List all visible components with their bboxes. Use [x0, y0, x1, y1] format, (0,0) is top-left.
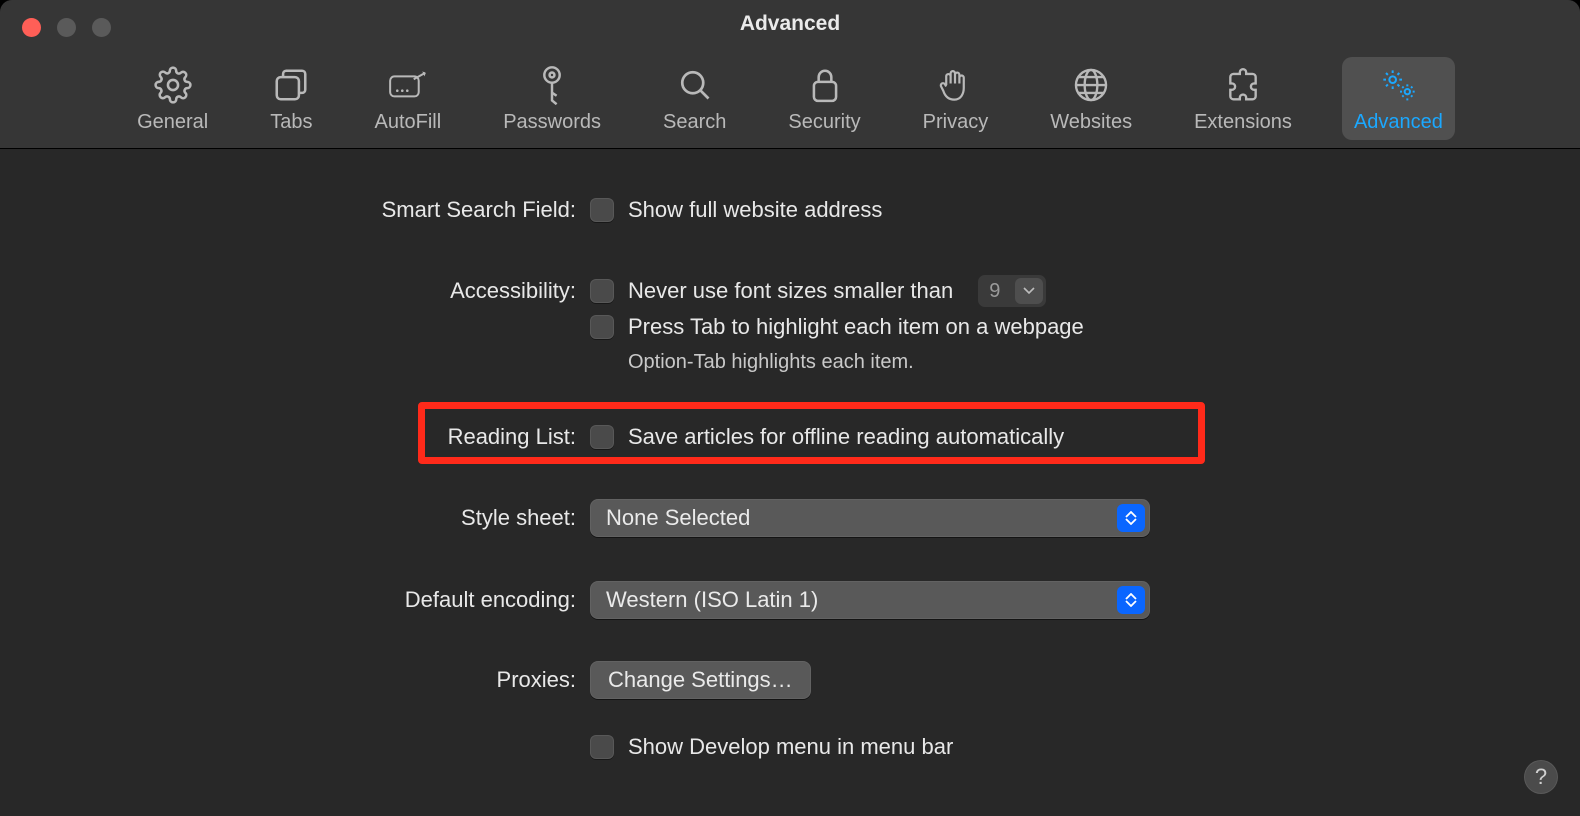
- tab-search[interactable]: Search: [651, 57, 738, 140]
- tab-label: Passwords: [503, 111, 601, 134]
- tab-label: Websites: [1050, 111, 1132, 134]
- chevron-down-icon: [1015, 278, 1043, 304]
- tab-extensions[interactable]: Extensions: [1182, 57, 1304, 140]
- tab-label: Tabs: [270, 111, 312, 134]
- tab-label: General: [137, 111, 208, 134]
- press-tab-label: Press Tab to highlight each item on a we…: [628, 314, 1084, 340]
- tab-label: Privacy: [923, 111, 989, 134]
- save-offline-checkbox[interactable]: [590, 425, 614, 449]
- tab-privacy[interactable]: Privacy: [911, 57, 1001, 140]
- tab-label: Advanced: [1354, 111, 1443, 134]
- toolbar: Advanced General Tabs AutoFill: [0, 0, 1580, 149]
- tab-autofill[interactable]: AutoFill: [362, 57, 453, 140]
- show-full-address-checkbox[interactable]: [590, 198, 614, 222]
- option-tab-hint: Option-Tab highlights each item.: [628, 351, 914, 374]
- tab-advanced[interactable]: Advanced: [1342, 57, 1455, 140]
- gears-icon: [1378, 65, 1418, 105]
- hand-icon: [935, 65, 975, 105]
- show-develop-checkbox[interactable]: [590, 735, 614, 759]
- key-icon: [532, 65, 572, 105]
- gear-icon: [153, 65, 193, 105]
- tab-websites[interactable]: Websites: [1038, 57, 1144, 140]
- save-offline-label: Save articles for offline reading automa…: [628, 424, 1064, 450]
- tab-label: Security: [788, 111, 860, 134]
- proxies-label: Proxies:: [0, 667, 590, 693]
- tab-label: Search: [663, 111, 726, 134]
- preferences-window: Advanced General Tabs AutoFill: [0, 0, 1580, 816]
- tab-tabs[interactable]: Tabs: [258, 57, 324, 140]
- accessibility-label: Accessibility:: [0, 278, 590, 304]
- smart-search-label: Smart Search Field:: [0, 197, 590, 223]
- font-size-value: 9: [989, 280, 1007, 303]
- default-encoding-label: Default encoding:: [0, 587, 590, 613]
- search-icon: [675, 65, 715, 105]
- tabs-icon: [271, 65, 311, 105]
- font-size-stepper[interactable]: 9: [977, 274, 1047, 308]
- updown-arrows-icon: [1117, 586, 1145, 614]
- tab-general[interactable]: General: [125, 57, 220, 140]
- never-font-smaller-label: Never use font sizes smaller than: [628, 278, 953, 304]
- press-tab-checkbox[interactable]: [590, 315, 614, 339]
- updown-arrows-icon: [1117, 504, 1145, 532]
- puzzle-icon: [1223, 65, 1263, 105]
- tab-label: Extensions: [1194, 111, 1292, 134]
- style-sheet-label: Style sheet:: [0, 505, 590, 531]
- show-develop-label: Show Develop menu in menu bar: [628, 734, 953, 760]
- tab-passwords[interactable]: Passwords: [491, 57, 613, 140]
- style-sheet-value: None Selected: [606, 505, 750, 531]
- content-area: Smart Search Field: Show full website ad…: [0, 149, 1580, 816]
- never-font-smaller-checkbox[interactable]: [590, 279, 614, 303]
- help-button[interactable]: ?: [1524, 760, 1558, 794]
- change-settings-button[interactable]: Change Settings…: [590, 661, 811, 699]
- preferences-tab-bar: General Tabs AutoFill Passwords: [0, 57, 1580, 140]
- globe-icon: [1071, 65, 1111, 105]
- tab-label: AutoFill: [374, 111, 441, 134]
- change-settings-label: Change Settings…: [608, 667, 793, 693]
- default-encoding-value: Western (ISO Latin 1): [606, 587, 818, 613]
- lock-icon: [805, 65, 845, 105]
- tab-security[interactable]: Security: [776, 57, 872, 140]
- autofill-icon: [388, 65, 428, 105]
- style-sheet-popup[interactable]: None Selected: [590, 499, 1150, 537]
- window-title: Advanced: [0, 12, 1580, 36]
- reading-list-label: Reading List:: [0, 424, 590, 450]
- show-full-address-label: Show full website address: [628, 197, 882, 223]
- default-encoding-popup[interactable]: Western (ISO Latin 1): [590, 581, 1150, 619]
